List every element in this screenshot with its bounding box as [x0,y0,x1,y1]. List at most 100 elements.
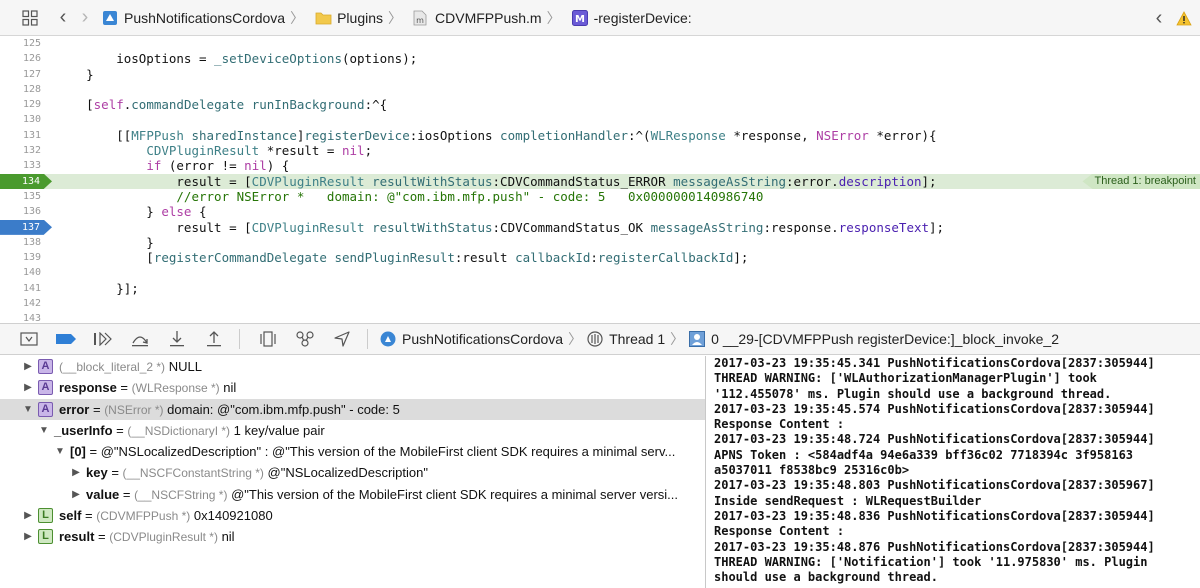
code-token: runInBackground [251,97,365,113]
line-number[interactable]: 131 [0,128,44,143]
code-line[interactable]: 139 [registerCommandDelegate sendPluginR… [0,250,1200,265]
line-number[interactable]: 129 [0,97,44,112]
code-line[interactable]: 136 } else { [0,204,1200,219]
line-number[interactable]: 126 [0,51,44,66]
code-text: } [56,235,154,250]
code-token: :result [454,250,516,266]
debug-stack-frame[interactable]: 0 __29-[CDVMFPPush registerDevice:]_bloc… [689,331,1059,347]
code-line[interactable]: 127 } [0,67,1200,82]
line-number[interactable]: 143 [0,311,44,323]
code-line[interactable]: 137 result = [CDVPluginResult resultWith… [0,219,1200,235]
code-line[interactable]: 143 [0,311,1200,323]
variable-name: self [59,508,82,524]
line-number[interactable]: 130 [0,112,44,127]
line-number[interactable]: 125 [0,36,44,51]
disclosure-expanded-icon[interactable]: ▼ [54,441,66,462]
breakpoints-toggle-icon[interactable] [51,324,81,354]
line-number[interactable]: 136 [0,204,44,219]
code-line[interactable]: 130 [0,112,1200,127]
code-line[interactable]: 140 [0,265,1200,280]
code-line[interactable]: 141 }]; [0,281,1200,296]
line-number[interactable]: 140 [0,265,44,280]
console-line: 2017-03-23 19:35:45.574 PushNotification… [714,401,1155,416]
variable-type: (CDVPluginResult *) [109,530,218,545]
source-editor[interactable]: 125 126 iosOptions = _setDeviceOptions(op… [0,36,1200,323]
console-line: Response Content : [714,417,845,432]
breadcrumb-file[interactable]: m CDVMFPPush.m [413,10,542,26]
warning-icon[interactable] [1176,10,1192,26]
code-line[interactable]: 131 [[MFPPush sharedInstance]registerDev… [0,128,1200,143]
line-number[interactable]: 128 [0,82,44,97]
disclosure-expanded-icon[interactable]: ▼ [38,420,50,441]
memory-graph-icon[interactable] [290,324,320,354]
continue-icon[interactable] [88,324,118,354]
variable-type: (CDVMFPPush *) [96,509,191,524]
line-number[interactable]: 133 [0,158,44,173]
thread-breakpoint-badge[interactable]: Thread 1: breakpoint [1082,173,1200,189]
line-number[interactable]: 132 [0,143,44,158]
disclosure-expanded-icon[interactable]: ▼ [22,399,34,420]
breadcrumb-method[interactable]: M -registerDevice: [571,9,692,26]
step-over-icon[interactable] [125,324,155,354]
disclosure-collapsed-icon[interactable]: ▶ [70,484,82,505]
code-line[interactable]: 128 [0,82,1200,97]
variables-view[interactable]: ▶ A (__block_literal_2 *) NULL ▶ Aresponse =… [0,356,706,588]
code-line[interactable]: 126 iosOptions = _setDeviceOptions(optio… [0,51,1200,66]
variable-row[interactable]: ▶ Aresponse = (WLResponse *) nil [0,377,705,398]
related-items-grid-icon[interactable] [22,9,38,26]
code-token: registerDevice [304,127,410,143]
line-number[interactable]: 141 [0,281,44,296]
disclosure-collapsed-icon[interactable]: ▶ [22,505,34,526]
code-line[interactable]: 134 result = [CDVPluginResult resultWith… [0,173,1200,189]
code-line[interactable]: 142 [0,296,1200,311]
back-arrow-icon[interactable]: ‹ [52,6,74,29]
code-line[interactable]: 129 [self.commandDelegate runInBackgroun… [0,97,1200,112]
variable-row[interactable]: ▼ Aerror = (NSError *) domain: @"com.ibm.… [0,398,705,420]
variable-value: nil [223,380,237,396]
step-out-icon[interactable] [199,324,229,354]
variable-row[interactable]: ▼ _userInfo = (__NSDictionaryI *) 1 key/v… [0,420,705,441]
debug-thread[interactable]: Thread 1 [587,331,665,347]
forward-arrow-icon[interactable]: › [74,6,96,29]
code-text: [self.commandDelegate runInBackground:^{ [56,97,387,112]
line-number[interactable]: 135 [0,189,44,204]
line-number[interactable]: 138 [0,235,44,250]
hide-debug-area-icon[interactable] [14,324,44,354]
disclosure-collapsed-icon[interactable]: ▶ [22,526,34,547]
disclosure-collapsed-icon[interactable]: ▶ [22,356,34,377]
code-line[interactable]: 132 CDVPluginResult *result = nil; [0,143,1200,158]
step-into-icon[interactable] [162,324,192,354]
code-line[interactable]: 125 [0,36,1200,51]
breadcrumb-folder[interactable]: Plugins [315,10,383,26]
variable-row[interactable]: ▶ value = (__NSCFString *) @"This version… [0,484,705,505]
debug-console[interactable]: 2017-03-23 19:35:45.341 PushNotification… [707,356,1200,588]
code-token: responseText [838,219,930,235]
code-token: CDVPluginResult [251,219,365,235]
console-line: 2017-03-23 19:35:48.836 PushNotification… [714,508,1155,523]
line-number[interactable]: 139 [0,250,44,265]
code-token: nil [342,143,365,159]
code-line[interactable]: 135 //error NSError * domain: @"com.ibm.… [0,189,1200,204]
breadcrumb-project[interactable]: PushNotificationsCordova [102,10,285,26]
line-number[interactable]: 142 [0,296,44,311]
variable-row[interactable]: ▶ key = (__NSCFConstantString *) @"NSLoca… [0,462,705,483]
disclosure-collapsed-icon[interactable]: ▶ [70,462,82,483]
simulate-location-icon[interactable] [327,324,357,354]
debug-process-label: PushNotificationsCordova [402,331,564,347]
previous-issue-arrow-icon[interactable]: ‹ [1148,7,1170,30]
current-instruction-marker[interactable]: 134 [0,173,52,189]
line-number[interactable]: 127 [0,67,44,82]
debug-process[interactable]: PushNotificationsCordova [374,331,563,347]
variable-row[interactable]: ▼ [0] = @"NSLocalizedDescription" : @"Thi… [0,441,705,462]
code-token: } [56,204,162,220]
code-line[interactable]: 133 if (error != nil) { [0,158,1200,173]
disclosure-collapsed-icon[interactable]: ▶ [22,377,34,398]
variable-row[interactable]: ▶ Lresult = (CDVPluginResult *) nil [0,526,705,547]
code-line[interactable]: 138 } [0,235,1200,250]
console-line: a5037011 f8538bc9 25316c0b> [714,463,910,478]
variable-row[interactable]: ▶ Lself = (CDVMFPPush *) 0x140921080 [0,505,705,526]
breakpoint-marker[interactable]: 137 [0,219,52,235]
view-hierarchy-icon[interactable] [253,324,283,354]
variable-row[interactable]: ▶ A (__block_literal_2 *) NULL [0,356,705,377]
code-text: //error NSError * domain: @"com.ibm.mfp.… [56,189,763,204]
